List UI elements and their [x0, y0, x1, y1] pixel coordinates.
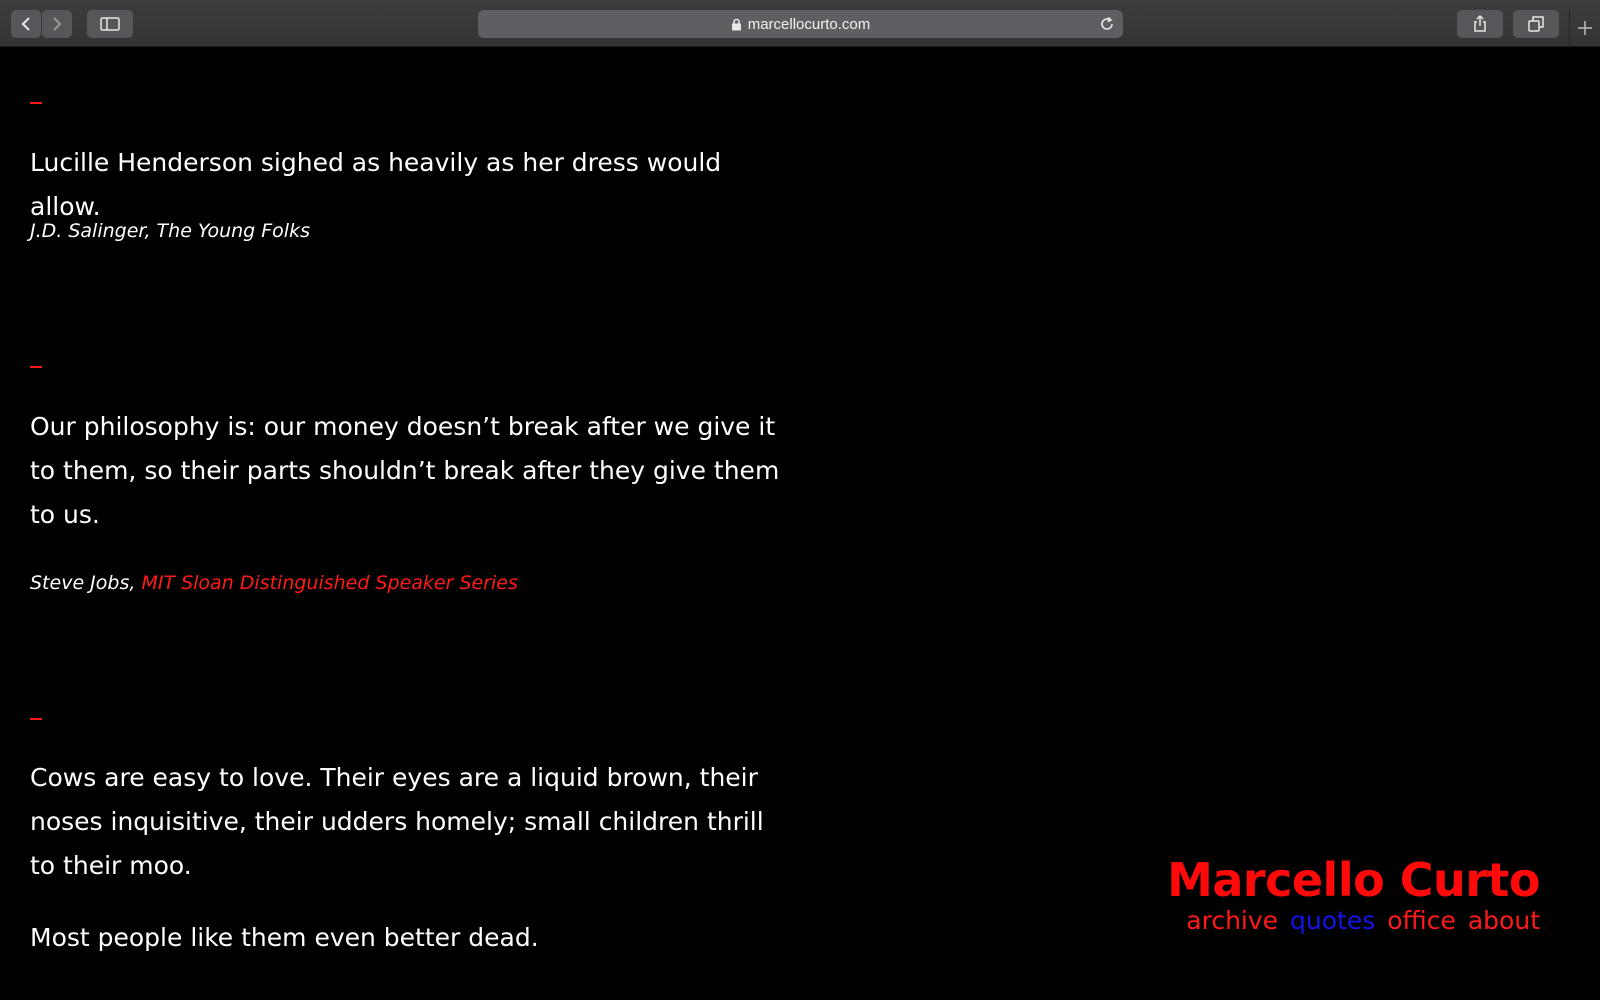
lock-icon — [731, 18, 741, 30]
quote-text: Lucille Henderson sighed as heavily as h… — [30, 148, 722, 221]
back-button[interactable] — [11, 10, 41, 38]
chevron-right-icon — [53, 17, 62, 31]
new-tab-button[interactable] — [1569, 10, 1600, 46]
quote-author: Steve Jobs, — [30, 572, 136, 594]
plus-icon — [1578, 21, 1592, 35]
quote-citation: J.D. Salinger, The Young Folks — [30, 220, 310, 242]
tabs-overview-button[interactable] — [1513, 10, 1559, 38]
quote-citation: Steve Jobs, MIT Sloan Distinguished Spea… — [30, 572, 518, 594]
reload-icon[interactable] — [1099, 16, 1115, 32]
site-nav: archive quotes office about — [1167, 905, 1540, 937]
nav-link-about[interactable]: about — [1468, 906, 1540, 935]
chevron-left-icon — [21, 17, 30, 31]
forward-button[interactable] — [42, 10, 72, 38]
url-text: marcellocurto.com — [747, 15, 871, 33]
browser-toolbar: marcellocurto.com — [0, 0, 1600, 47]
sidebar-icon — [100, 17, 120, 31]
nav-link-office[interactable]: office — [1387, 906, 1456, 935]
quote-text: Cows are easy to love. Their eyes are a … — [30, 763, 764, 880]
share-button[interactable] — [1457, 10, 1503, 38]
tabs-icon — [1528, 16, 1544, 32]
quote-source-link[interactable]: MIT Sloan Distinguished Speaker Series — [141, 572, 517, 594]
site-brand: Marcello Curto archive quotes office about — [1167, 855, 1540, 937]
nav-link-quotes[interactable]: quotes — [1290, 906, 1375, 935]
quote-separator — [30, 718, 42, 720]
sidebar-button[interactable] — [87, 10, 133, 38]
quote-separator — [30, 366, 42, 368]
quote-separator — [30, 102, 42, 104]
address-bar[interactable]: marcellocurto.com — [478, 10, 1123, 38]
nav-link-archive[interactable]: archive — [1186, 906, 1278, 935]
site-title[interactable]: Marcello Curto — [1167, 855, 1540, 905]
share-icon — [1474, 15, 1486, 32]
quote-text: Most people like them even better dead. — [30, 923, 539, 952]
quote-text: Our philosophy is: our money doesn’t bre… — [30, 412, 780, 529]
